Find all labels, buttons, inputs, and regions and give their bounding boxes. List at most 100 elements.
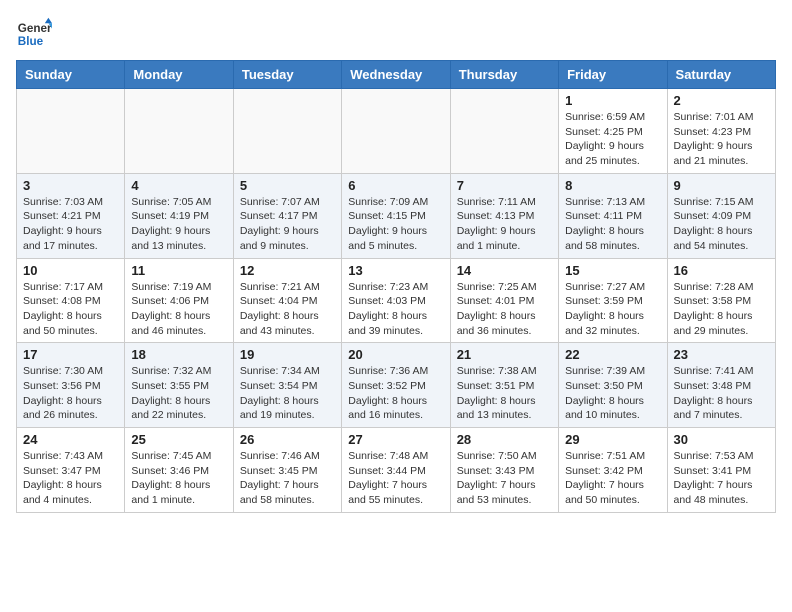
day-number: 16: [674, 263, 769, 278]
day-info: Sunrise: 7:45 AM Sunset: 3:46 PM Dayligh…: [131, 449, 226, 508]
day-info: Sunrise: 7:19 AM Sunset: 4:06 PM Dayligh…: [131, 280, 226, 339]
day-number: 19: [240, 347, 335, 362]
calendar-cell: 24 Sunrise: 7:43 AM Sunset: 3:47 PM Dayli…: [17, 428, 125, 513]
calendar-cell: 22 Sunrise: 7:39 AM Sunset: 3:50 PM Dayli…: [559, 343, 667, 428]
day-number: 6: [348, 178, 443, 193]
day-header-thursday: Thursday: [450, 61, 558, 89]
day-header-tuesday: Tuesday: [233, 61, 341, 89]
day-number: 28: [457, 432, 552, 447]
day-number: 24: [23, 432, 118, 447]
day-info: Sunrise: 7:28 AM Sunset: 3:58 PM Dayligh…: [674, 280, 769, 339]
calendar-cell: 12 Sunrise: 7:21 AM Sunset: 4:04 PM Dayli…: [233, 258, 341, 343]
calendar-header: SundayMondayTuesdayWednesdayThursdayFrid…: [17, 61, 776, 89]
calendar-cell: 15 Sunrise: 7:27 AM Sunset: 3:59 PM Dayli…: [559, 258, 667, 343]
day-number: 17: [23, 347, 118, 362]
day-info: Sunrise: 7:34 AM Sunset: 3:54 PM Dayligh…: [240, 364, 335, 423]
day-info: Sunrise: 7:25 AM Sunset: 4:01 PM Dayligh…: [457, 280, 552, 339]
day-number: 1: [565, 93, 660, 108]
logo: General Blue: [16, 16, 52, 52]
day-number: 8: [565, 178, 660, 193]
calendar-cell: 17 Sunrise: 7:30 AM Sunset: 3:56 PM Dayli…: [17, 343, 125, 428]
day-info: Sunrise: 7:23 AM Sunset: 4:03 PM Dayligh…: [348, 280, 443, 339]
calendar-cell: 3Sunrise: 7:03 AM Sunset: 4:21 PM Daylig…: [17, 173, 125, 258]
day-info: Sunrise: 7:05 AM Sunset: 4:19 PM Dayligh…: [131, 195, 226, 254]
calendar-cell: 5 Sunrise: 7:07 AM Sunset: 4:17 PM Daylig…: [233, 173, 341, 258]
day-info: Sunrise: 7:01 AM Sunset: 4:23 PM Dayligh…: [674, 110, 769, 169]
day-info: Sunrise: 7:41 AM Sunset: 3:48 PM Dayligh…: [674, 364, 769, 423]
calendar-cell: 7 Sunrise: 7:11 AM Sunset: 4:13 PM Daylig…: [450, 173, 558, 258]
calendar-cell: 21Sunrise: 7:38 AM Sunset: 3:51 PM Dayli…: [450, 343, 558, 428]
day-number: 27: [348, 432, 443, 447]
calendar-cell: 19 Sunrise: 7:34 AM Sunset: 3:54 PM Dayli…: [233, 343, 341, 428]
day-info: Sunrise: 7:51 AM Sunset: 3:42 PM Dayligh…: [565, 449, 660, 508]
day-number: 20: [348, 347, 443, 362]
day-number: 29: [565, 432, 660, 447]
week-row-1: 1 Sunrise: 6:59 AM Sunset: 4:25 PM Daylig…: [17, 89, 776, 174]
day-number: 4: [131, 178, 226, 193]
day-number: 11: [131, 263, 226, 278]
calendar-cell: 23 Sunrise: 7:41 AM Sunset: 3:48 PM Dayli…: [667, 343, 775, 428]
calendar-cell: 9Sunrise: 7:15 AM Sunset: 4:09 PM Daylig…: [667, 173, 775, 258]
calendar-body: 1 Sunrise: 6:59 AM Sunset: 4:25 PM Daylig…: [17, 89, 776, 513]
day-number: 15: [565, 263, 660, 278]
day-number: 14: [457, 263, 552, 278]
calendar-cell: 11 Sunrise: 7:19 AM Sunset: 4:06 PM Dayli…: [125, 258, 233, 343]
calendar-cell: 8 Sunrise: 7:13 AM Sunset: 4:11 PM Daylig…: [559, 173, 667, 258]
calendar-cell: 26Sunrise: 7:46 AM Sunset: 3:45 PM Dayli…: [233, 428, 341, 513]
day-info: Sunrise: 7:07 AM Sunset: 4:17 PM Dayligh…: [240, 195, 335, 254]
day-info: Sunrise: 7:13 AM Sunset: 4:11 PM Dayligh…: [565, 195, 660, 254]
svg-text:General: General: [18, 22, 52, 35]
day-info: Sunrise: 7:30 AM Sunset: 3:56 PM Dayligh…: [23, 364, 118, 423]
day-header-sunday: Sunday: [17, 61, 125, 89]
calendar-cell: 10Sunrise: 7:17 AM Sunset: 4:08 PM Dayli…: [17, 258, 125, 343]
day-header-wednesday: Wednesday: [342, 61, 450, 89]
day-info: Sunrise: 7:46 AM Sunset: 3:45 PM Dayligh…: [240, 449, 335, 508]
day-number: 23: [674, 347, 769, 362]
day-number: 10: [23, 263, 118, 278]
calendar-cell: 25 Sunrise: 7:45 AM Sunset: 3:46 PM Dayli…: [125, 428, 233, 513]
day-number: 2: [674, 93, 769, 108]
calendar-cell: 13 Sunrise: 7:23 AM Sunset: 4:03 PM Dayli…: [342, 258, 450, 343]
day-number: 30: [674, 432, 769, 447]
day-number: 22: [565, 347, 660, 362]
calendar-cell: 18 Sunrise: 7:32 AM Sunset: 3:55 PM Dayli…: [125, 343, 233, 428]
day-info: Sunrise: 7:43 AM Sunset: 3:47 PM Dayligh…: [23, 449, 118, 508]
calendar-cell: [450, 89, 558, 174]
days-of-week-row: SundayMondayTuesdayWednesdayThursdayFrid…: [17, 61, 776, 89]
day-info: Sunrise: 7:27 AM Sunset: 3:59 PM Dayligh…: [565, 280, 660, 339]
day-number: 21: [457, 347, 552, 362]
day-number: 7: [457, 178, 552, 193]
day-number: 3: [23, 178, 118, 193]
day-info: Sunrise: 7:32 AM Sunset: 3:55 PM Dayligh…: [131, 364, 226, 423]
day-number: 13: [348, 263, 443, 278]
day-info: Sunrise: 7:53 AM Sunset: 3:41 PM Dayligh…: [674, 449, 769, 508]
day-info: Sunrise: 7:11 AM Sunset: 4:13 PM Dayligh…: [457, 195, 552, 254]
day-header-monday: Monday: [125, 61, 233, 89]
page-header: General Blue: [16, 16, 776, 52]
calendar-table: SundayMondayTuesdayWednesdayThursdayFrid…: [16, 60, 776, 513]
day-info: Sunrise: 6:59 AM Sunset: 4:25 PM Dayligh…: [565, 110, 660, 169]
week-row-4: 17 Sunrise: 7:30 AM Sunset: 3:56 PM Dayli…: [17, 343, 776, 428]
day-info: Sunrise: 7:39 AM Sunset: 3:50 PM Dayligh…: [565, 364, 660, 423]
day-info: Sunrise: 7:09 AM Sunset: 4:15 PM Dayligh…: [348, 195, 443, 254]
day-info: Sunrise: 7:21 AM Sunset: 4:04 PM Dayligh…: [240, 280, 335, 339]
day-number: 18: [131, 347, 226, 362]
svg-text:Blue: Blue: [18, 35, 44, 48]
calendar-cell: [233, 89, 341, 174]
calendar-cell: 29 Sunrise: 7:51 AM Sunset: 3:42 PM Dayli…: [559, 428, 667, 513]
calendar-cell: 16 Sunrise: 7:28 AM Sunset: 3:58 PM Dayli…: [667, 258, 775, 343]
day-number: 5: [240, 178, 335, 193]
day-number: 25: [131, 432, 226, 447]
calendar-cell: 20Sunrise: 7:36 AM Sunset: 3:52 PM Dayli…: [342, 343, 450, 428]
day-number: 12: [240, 263, 335, 278]
day-info: Sunrise: 7:50 AM Sunset: 3:43 PM Dayligh…: [457, 449, 552, 508]
calendar-cell: 28 Sunrise: 7:50 AM Sunset: 3:43 PM Dayli…: [450, 428, 558, 513]
day-info: Sunrise: 7:15 AM Sunset: 4:09 PM Dayligh…: [674, 195, 769, 254]
calendar-cell: 1 Sunrise: 6:59 AM Sunset: 4:25 PM Daylig…: [559, 89, 667, 174]
calendar-cell: 30 Sunrise: 7:53 AM Sunset: 3:41 PM Dayli…: [667, 428, 775, 513]
calendar-cell: 2 Sunrise: 7:01 AM Sunset: 4:23 PM Daylig…: [667, 89, 775, 174]
calendar-cell: [125, 89, 233, 174]
calendar-cell: 14 Sunrise: 7:25 AM Sunset: 4:01 PM Dayli…: [450, 258, 558, 343]
calendar-cell: [342, 89, 450, 174]
logo-icon: General Blue: [16, 16, 52, 52]
